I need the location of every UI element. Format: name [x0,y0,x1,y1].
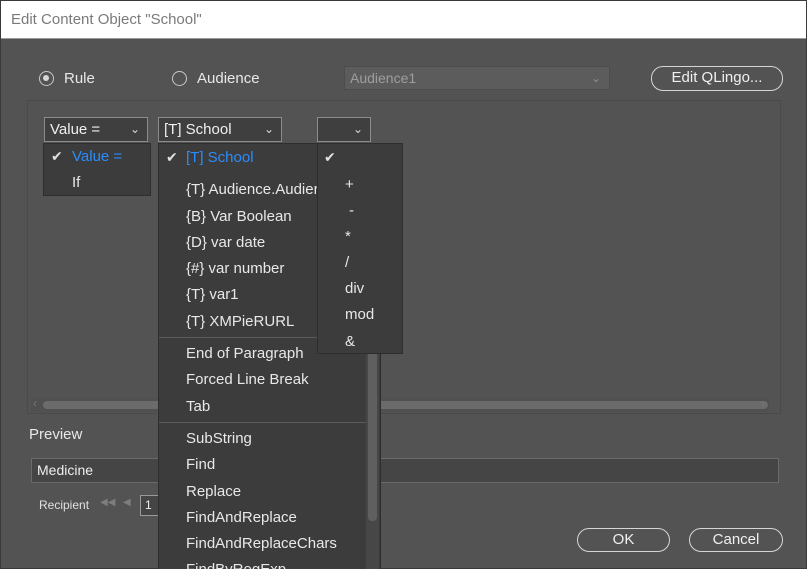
value-type-dropdown: ✔ Value = If [43,143,151,196]
variable-item[interactable]: {T} Audience.Audier [186,178,319,202]
operator-item[interactable]: / [345,251,349,275]
preview-label: Preview [29,426,83,443]
dropdown-item-if[interactable]: If [72,171,80,195]
audience-radio[interactable]: Audience [172,70,260,87]
function-item[interactable]: Replace [186,480,241,504]
rule-radio[interactable]: Rule [39,70,95,87]
variable-dropdown-scrollbar[interactable] [366,343,379,569]
variable-item[interactable]: [T] School [186,146,254,170]
special-char-item[interactable]: Tab [186,395,210,419]
divider [27,413,781,414]
variable-item[interactable]: {T} var1 [186,283,239,307]
variable-item[interactable]: {T} XMPieRURL [186,310,294,334]
cancel-button[interactable]: Cancel [689,528,783,552]
operator-item[interactable]: div [345,277,364,301]
chevron-down-icon: ⌄ [129,122,140,136]
radio-unselected-icon [172,71,187,86]
previous-record-icon[interactable]: ◀ [123,497,131,508]
function-item[interactable]: FindAndReplaceChars [186,532,337,556]
scrollbar-thumb[interactable] [43,401,768,409]
checkmark-icon: ✔ [51,148,63,164]
edit-qlingo-button[interactable]: Edit QLingo... [651,66,783,91]
function-item[interactable]: SubString [186,427,252,451]
recipient-label: Recipient [39,498,90,512]
function-item[interactable]: FindAndReplace [186,506,297,530]
window-title: Edit Content Object "School" [1,1,806,39]
ok-button[interactable]: OK [577,528,670,552]
radio-selected-icon [39,71,54,86]
edit-content-object-dialog: Edit Content Object "School" Rule Audien… [0,0,807,569]
value-type-combo[interactable]: Value = ⌄ [44,117,148,142]
operator-item[interactable]: - [349,199,354,223]
special-char-item[interactable]: End of Paragraph [186,342,304,366]
dropdown-item-value[interactable]: Value = [72,145,122,169]
checkmark-icon: ✔ [324,149,336,165]
operator-item[interactable]: mod [345,303,374,327]
chevron-down-icon: ⌄ [590,71,601,85]
scroll-left-icon[interactable]: ‹ [33,396,37,410]
function-item[interactable]: FindByRegExp [186,558,286,569]
audience-select-value: Audience1 [350,70,417,86]
horizontal-scrollbar[interactable]: ‹ › [31,396,769,412]
variable-combo[interactable]: [T] School ⌄ [158,117,282,142]
operator-item[interactable]: + [345,173,354,197]
special-char-item[interactable]: Forced Line Break [186,368,309,392]
audience-radio-label: Audience [197,70,260,87]
operator-combo[interactable]: ⌄ [317,117,371,142]
chevron-down-icon: ⌄ [263,122,274,136]
recipient-number-field[interactable]: 1 [140,495,160,516]
operator-dropdown: ✔ + - * / div mod & [317,143,403,354]
scroll-right-icon[interactable]: › [761,396,765,410]
audience-select: Audience1 ⌄ [344,66,610,90]
checkmark-icon: ✔ [166,149,178,165]
variable-item[interactable]: {#} var number [186,257,284,281]
variable-combo-value: [T] School [164,121,232,138]
value-type-combo-value: Value = [50,121,101,138]
separator [159,422,367,423]
operator-item[interactable]: & [345,330,355,354]
variable-item[interactable]: {D} var date [186,231,265,255]
chevron-down-icon: ⌄ [352,122,363,136]
first-record-icon[interactable]: ◀◀ [100,497,115,508]
operator-item[interactable]: * [345,225,351,249]
rule-radio-label: Rule [64,70,95,87]
preview-field: Medicine [31,458,779,483]
variable-item[interactable]: {B} Var Boolean [186,205,292,229]
function-item[interactable]: Find [186,453,215,477]
scrollbar-thumb[interactable] [368,343,377,521]
